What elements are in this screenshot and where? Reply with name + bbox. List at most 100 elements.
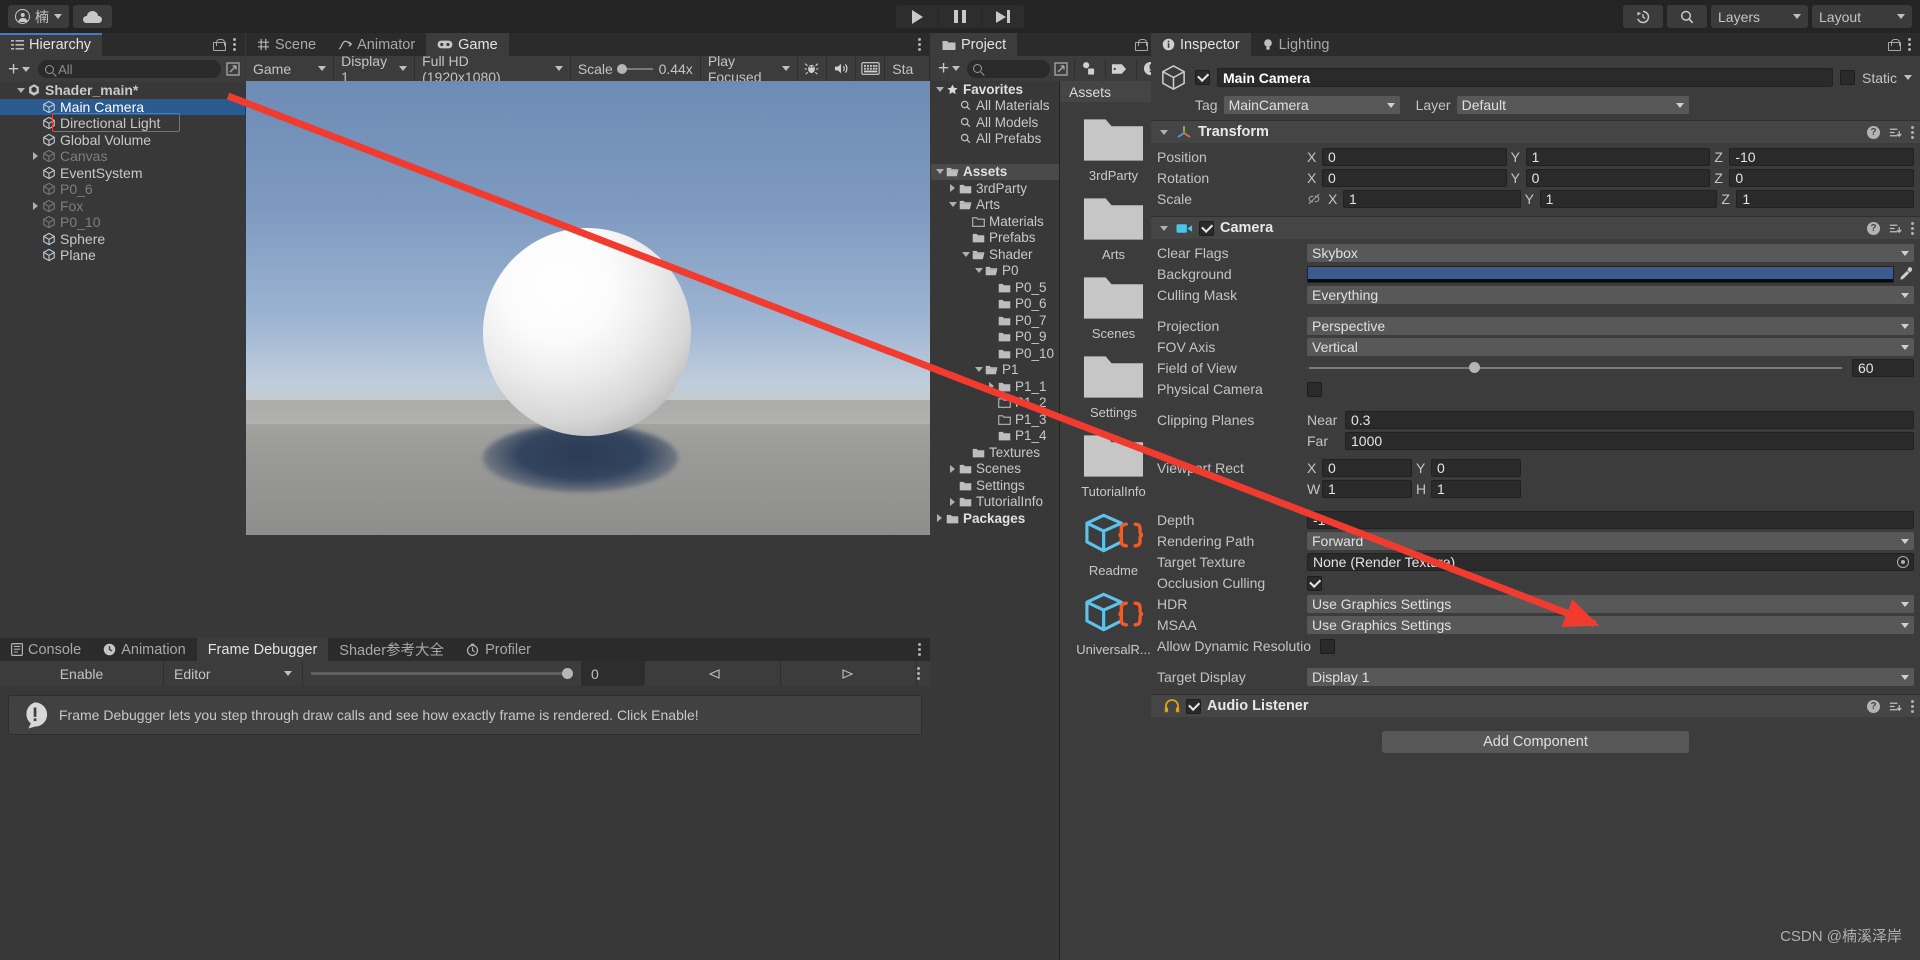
viewport-h-input[interactable]: 1 bbox=[1431, 480, 1521, 498]
viewport-menu-icon[interactable] bbox=[918, 38, 921, 51]
mute-audio-toggle[interactable] bbox=[827, 56, 857, 81]
hierarchy-item-p0-10[interactable]: P0_10 bbox=[0, 214, 245, 231]
scale-slider-track[interactable] bbox=[616, 63, 653, 74]
transform-menu-icon[interactable] bbox=[1911, 125, 1914, 139]
scale-y-input[interactable]: 1 bbox=[1539, 190, 1718, 208]
camera-header[interactable]: Camera ? bbox=[1151, 217, 1920, 239]
frame-target-dropdown[interactable]: Editor bbox=[164, 661, 303, 686]
bottom-menu-icon[interactable] bbox=[918, 643, 921, 656]
project-tree-item-tutorialinfo[interactable]: TutorialInfo bbox=[931, 494, 1059, 511]
tab-lighting[interactable]: Lighting bbox=[1251, 33, 1341, 56]
tab-game[interactable]: Game bbox=[426, 33, 509, 56]
gameobject-name-input[interactable]: Main Camera bbox=[1217, 68, 1833, 87]
project-tree-item-assets[interactable]: Assets bbox=[931, 163, 1059, 180]
tab-console[interactable]: Console bbox=[0, 638, 92, 661]
step-button[interactable] bbox=[982, 5, 1024, 28]
viewport-x-input[interactable]: 0 bbox=[1322, 459, 1412, 477]
project-tree-item-textures[interactable]: Textures bbox=[931, 444, 1059, 461]
cloud-button[interactable] bbox=[73, 5, 112, 28]
position-y-input[interactable]: 1 bbox=[1525, 148, 1711, 166]
game-view-canvas[interactable] bbox=[246, 81, 930, 535]
near-input[interactable]: 0.3 bbox=[1345, 411, 1914, 429]
filter-by-type-button[interactable] bbox=[1074, 58, 1101, 79]
project-tree-item-3rdparty[interactable]: 3rdParty bbox=[931, 180, 1059, 197]
next-frame-button[interactable] bbox=[781, 661, 917, 686]
field-of-view-slider[interactable] bbox=[1309, 362, 1842, 373]
lock-icon[interactable] bbox=[1135, 38, 1148, 51]
hierarchy-add-button[interactable]: + bbox=[5, 60, 33, 79]
eyedropper-icon[interactable] bbox=[1898, 266, 1914, 282]
foldout-collapsed-icon[interactable] bbox=[985, 382, 998, 391]
view-mode-dropdown[interactable]: Game bbox=[246, 56, 335, 81]
hierarchy-item-main-camera[interactable]: Main Camera bbox=[0, 98, 245, 115]
foldout-expanded-icon[interactable] bbox=[933, 86, 946, 92]
gameobject-enabled-checkbox[interactable] bbox=[1195, 70, 1210, 85]
tab-shader[interactable]: Shader参考大全 bbox=[328, 638, 455, 661]
object-picker-icon[interactable] bbox=[1897, 556, 1909, 568]
scale-x-input[interactable]: 1 bbox=[1343, 190, 1521, 208]
foldout-expanded-icon[interactable] bbox=[972, 367, 985, 373]
lock-icon[interactable] bbox=[1888, 38, 1901, 51]
camera-enabled-checkbox[interactable] bbox=[1199, 220, 1214, 236]
hierarchy-item-eventsystem[interactable]: EventSystem bbox=[0, 165, 245, 182]
audio-listener-enabled-checkbox[interactable] bbox=[1186, 698, 1201, 714]
prev-frame-button[interactable] bbox=[645, 661, 781, 686]
projection-dropdown[interactable]: Perspective bbox=[1307, 317, 1914, 335]
hierarchy-item-directional-light[interactable]: Directional Light bbox=[0, 115, 245, 132]
foldout-collapsed-icon[interactable] bbox=[933, 514, 946, 523]
undo-history-button[interactable] bbox=[1623, 5, 1663, 28]
add-component-button[interactable]: Add Component bbox=[1382, 731, 1689, 753]
tab-profiler[interactable]: Profiler bbox=[455, 638, 542, 661]
viewport-y-input[interactable]: 0 bbox=[1431, 459, 1521, 477]
project-tree-item-settings[interactable]: Settings bbox=[931, 477, 1059, 494]
frame-number-input[interactable]: 0 bbox=[581, 661, 645, 686]
project-tree-item-p0-5[interactable]: P0_5 bbox=[931, 279, 1059, 296]
dynamic-resolution-checkbox[interactable] bbox=[1320, 638, 1335, 654]
clear-flags-dropdown[interactable]: Skybox bbox=[1307, 244, 1914, 262]
far-input[interactable]: 1000 bbox=[1345, 432, 1914, 450]
tag-dropdown[interactable]: MainCamera bbox=[1223, 96, 1400, 114]
hierarchy-item-canvas[interactable]: Canvas bbox=[0, 148, 245, 165]
scale-slider-knob[interactable] bbox=[616, 63, 627, 74]
preset-icon[interactable] bbox=[1889, 222, 1902, 235]
play-button[interactable] bbox=[896, 5, 938, 28]
hierarchy-menu-icon[interactable] bbox=[233, 38, 236, 51]
project-search-input[interactable] bbox=[967, 59, 1050, 78]
hierarchy-item-shader-main[interactable]: Shader_main* bbox=[0, 82, 245, 99]
preset-icon[interactable] bbox=[1889, 700, 1902, 713]
help-icon[interactable]: ? bbox=[1867, 221, 1880, 235]
hierarchy-item-sphere[interactable]: Sphere bbox=[0, 231, 245, 248]
tab-inspector[interactable]: Inspector bbox=[1151, 33, 1251, 56]
pause-button[interactable] bbox=[939, 5, 981, 28]
enable-button[interactable]: Enable bbox=[0, 661, 164, 686]
hdr-dropdown[interactable]: Use Graphics Settings bbox=[1307, 595, 1914, 613]
help-icon[interactable]: ? bbox=[1867, 699, 1880, 713]
hierarchy-item-plane[interactable]: Plane bbox=[0, 247, 245, 264]
play-focused-dropdown[interactable]: Play Focused bbox=[701, 53, 798, 85]
foldout-expanded-icon[interactable] bbox=[933, 169, 946, 175]
stats-label-button[interactable]: Sta bbox=[885, 56, 930, 81]
inspector-menu-icon[interactable] bbox=[1908, 38, 1911, 51]
preset-icon[interactable] bbox=[1889, 126, 1902, 139]
project-tree-item-materials[interactable]: Materials bbox=[931, 213, 1059, 230]
camera-menu-icon[interactable] bbox=[1911, 221, 1914, 235]
foldout-expanded-icon[interactable] bbox=[946, 202, 959, 208]
tab-scene[interactable]: Scene bbox=[246, 33, 327, 56]
layout-dropdown[interactable]: Layout bbox=[1812, 5, 1912, 28]
project-tree-item-shader[interactable]: Shader bbox=[931, 246, 1059, 263]
project-tree-item-p1-1[interactable]: P1_1 bbox=[931, 378, 1059, 395]
hierarchy-view-options-icon[interactable] bbox=[226, 62, 240, 76]
project-tree-item-p0[interactable]: P0 bbox=[931, 263, 1059, 280]
tab-frame-debugger[interactable]: Frame Debugger bbox=[196, 638, 329, 661]
project-tree-item-p1-2[interactable]: P1_2 bbox=[931, 395, 1059, 412]
physical-camera-checkbox[interactable] bbox=[1307, 381, 1322, 397]
position-z-input[interactable]: -10 bbox=[1729, 148, 1915, 166]
foldout-expanded-icon[interactable] bbox=[14, 87, 27, 93]
field-of-view-slider-knob[interactable] bbox=[1468, 362, 1480, 373]
project-tree-item-p1[interactable]: P1 bbox=[931, 362, 1059, 379]
hierarchy-item-fox[interactable]: Fox bbox=[0, 198, 245, 215]
help-icon[interactable]: ? bbox=[1867, 125, 1880, 139]
project-tree-item-p0-6[interactable]: P0_6 bbox=[931, 296, 1059, 313]
project-save-search-icon[interactable] bbox=[1054, 61, 1068, 76]
audio-listener-header[interactable]: Audio Listener ? bbox=[1151, 695, 1920, 717]
